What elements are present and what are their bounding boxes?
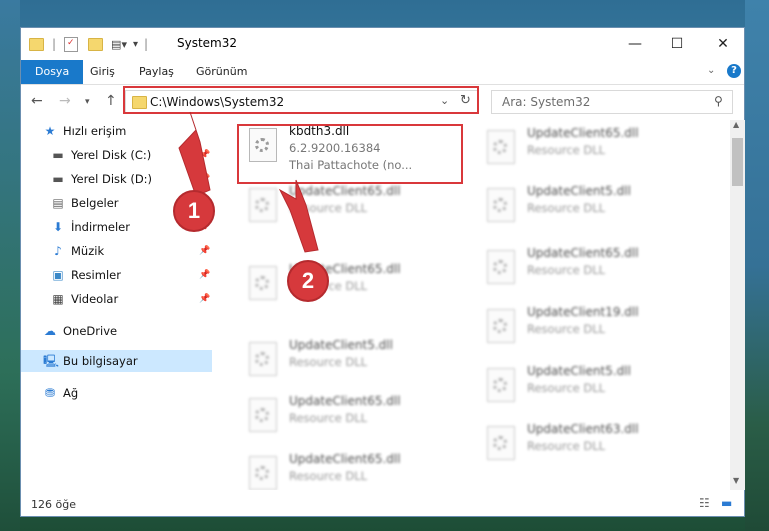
annotation-arrows [178,111,319,253]
arrow-1 [178,111,211,197]
step-badge-1: 1 [173,190,215,232]
step-badge-2: 2 [287,260,329,302]
arrow-2 [278,179,319,253]
